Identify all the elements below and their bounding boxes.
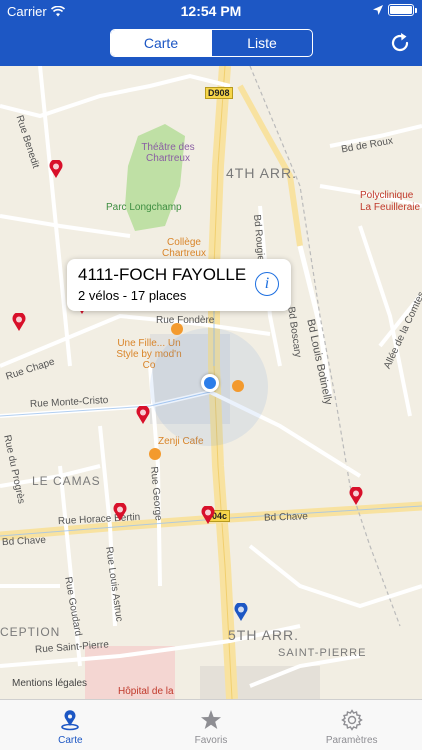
poi-polyclinique: Polyclinique La Feuilleraie (360, 190, 421, 213)
poi-pin (232, 380, 244, 392)
poi-parc: Parc Longchamp (106, 202, 182, 213)
road-shield-d908: D908 (205, 87, 233, 99)
road-bd-chave: Bd Chave (263, 511, 309, 524)
station-name: 4111-FOCH FAYOLLE (78, 265, 247, 284)
status-right (373, 4, 417, 16)
battery-icon (388, 4, 417, 16)
tab-carte[interactable]: Carte (0, 700, 141, 750)
tab-carte-label: Carte (58, 735, 83, 746)
bike-station-pin[interactable] (49, 160, 63, 178)
map-view[interactable]: D908 4TH ARR. 5TH ARR. LE CAMAS SAINT-PI… (0, 66, 422, 699)
district-le-camas: LE CAMAS (32, 474, 101, 488)
view-segmented-control: Carte Liste (110, 29, 313, 57)
bike-station-pin[interactable] (113, 503, 127, 521)
status-bar: Carrier 12:54 PM (0, 0, 422, 22)
poi-pin (171, 323, 183, 335)
poi-pin (149, 448, 161, 460)
legal-link[interactable]: Mentions légales (12, 678, 87, 689)
status-time: 12:54 PM (180, 3, 242, 19)
poi-hopital: Hôpital de la (118, 686, 174, 697)
tab-bar: Carte Favoris Paramètres (0, 699, 422, 750)
district-4th: 4TH ARR. (226, 165, 298, 181)
app-root: Carrier 12:54 PM Carte Liste D908 4TH AR… (0, 0, 422, 750)
station-callout[interactable]: 4111-FOCH FAYOLLE 2 vélos - 17 places i (67, 259, 291, 311)
station-availability: 2 vélos - 17 places (78, 288, 187, 303)
segment-liste[interactable]: Liste (211, 30, 312, 56)
info-icon[interactable]: i (255, 272, 279, 296)
user-location-dot (201, 374, 219, 392)
district-5th: 5TH ARR. (228, 627, 300, 643)
bike-station-pin[interactable] (201, 506, 215, 524)
bike-station-pin[interactable] (136, 406, 150, 424)
tab-parametres-label: Paramètres (325, 735, 378, 746)
poi-theatre: Théâtre des Chartreux (141, 142, 195, 164)
bike-station-pin[interactable] (12, 313, 26, 331)
poi-college: Collège Chartreux (162, 237, 206, 259)
tab-parametres[interactable]: Paramètres (281, 700, 422, 750)
district-saint-pierre: SAINT-PIERRE (278, 647, 367, 659)
tab-favoris[interactable]: Favoris (141, 700, 282, 750)
map-pin-icon (61, 710, 80, 731)
nav-header: Carrier 12:54 PM Carte Liste (0, 0, 422, 66)
bike-station-pin-selected[interactable] (234, 603, 248, 621)
gear-icon (340, 709, 363, 731)
tab-favoris-label: Favoris (194, 735, 228, 746)
district-ception: CEPTION (0, 625, 61, 639)
segment-carte[interactable]: Carte (111, 30, 211, 56)
refresh-icon[interactable] (388, 31, 412, 55)
road-bd-chave-left: Bd Chave (1, 534, 47, 549)
location-arrow-icon (373, 5, 383, 15)
road-rue-fondere: Rue Fondère (156, 315, 215, 326)
star-icon (201, 710, 221, 729)
bike-station-pin[interactable] (349, 487, 363, 505)
